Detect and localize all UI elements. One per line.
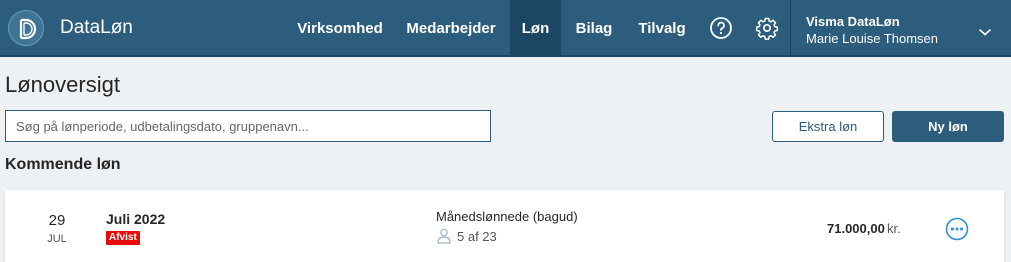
new-payroll-button[interactable]: Ny løn	[892, 111, 1004, 142]
payroll-group: Månedslønnede (bagud)	[436, 209, 578, 224]
gear-icon[interactable]	[755, 16, 779, 40]
page-title: Lønoversigt	[5, 72, 120, 97]
payroll-amount: 71.000,00	[827, 221, 885, 236]
brand-name[interactable]: DataLøn	[60, 17, 133, 39]
extra-payroll-button[interactable]: Ekstra løn	[772, 111, 884, 142]
top-navigation-bar: DataLøn Virksomhed Medarbejder Løn Bilag…	[0, 0, 1011, 57]
user-name[interactable]: Marie Louise Thomsen	[806, 31, 938, 46]
payroll-card[interactable]: 29 JUL Juli 2022 Afvist Månedslønnede (b…	[5, 190, 1004, 262]
chevron-down-icon[interactable]	[978, 24, 992, 36]
nav-lon[interactable]: Løn	[510, 0, 561, 57]
employee-count: 5 af 23	[457, 229, 497, 244]
person-icon	[437, 228, 451, 244]
header-divider	[790, 0, 791, 57]
nav-bilag[interactable]: Bilag	[568, 0, 620, 57]
nav-tilvalg[interactable]: Tilvalg	[630, 0, 694, 57]
payment-month: JUL	[47, 233, 67, 245]
section-title-upcoming: Kommende løn	[5, 156, 121, 173]
help-circle-icon[interactable]	[709, 16, 733, 40]
datalon-logo-icon[interactable]	[8, 10, 44, 46]
nav-virksomhed[interactable]: Virksomhed	[290, 0, 390, 57]
search-input[interactable]	[5, 110, 491, 142]
currency-label: kr.	[887, 221, 901, 236]
user-company[interactable]: Visma DataLøn	[806, 14, 900, 29]
nav-medarbejder[interactable]: Medarbejder	[397, 0, 505, 57]
payroll-period: Juli 2022	[106, 211, 166, 227]
more-options-icon[interactable]	[945, 217, 969, 241]
status-badge: Afvist	[106, 231, 140, 245]
payment-day: 29	[48, 212, 66, 229]
